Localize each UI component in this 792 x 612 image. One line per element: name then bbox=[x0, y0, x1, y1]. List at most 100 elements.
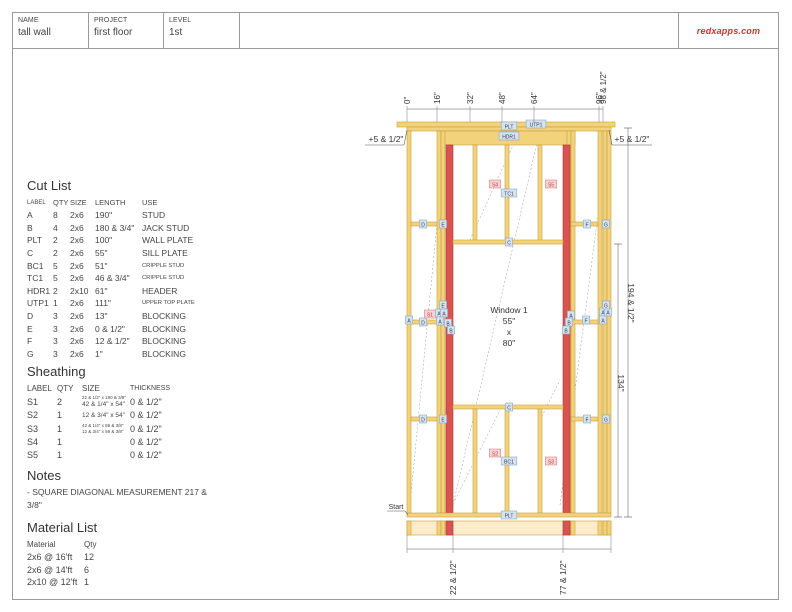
cut-label: BC1 bbox=[27, 260, 44, 271]
sheath-size: 12 & 3/4" x 54" bbox=[82, 409, 130, 422]
cut-length: 1" bbox=[95, 348, 103, 359]
cut-use: JACK STUD bbox=[142, 222, 190, 233]
col-size: SIZE bbox=[82, 384, 100, 394]
sheath-thickness: 0 & 1/2" bbox=[130, 396, 162, 407]
cut-list-row: A 8 2x6 190" STUD bbox=[27, 209, 195, 222]
cut-use: BLOCKING bbox=[142, 323, 186, 334]
cut-label: PLT bbox=[27, 235, 42, 246]
sheathing-row: S3 1 42 & 1/4" x 59 & 3/8" 12 & 3/4" x 59 &… bbox=[27, 422, 170, 435]
cut-qty: 1 bbox=[53, 298, 58, 309]
cut-qty: 8 bbox=[53, 210, 58, 221]
title-block: NAME tall wall PROJECT first floor LEVEL… bbox=[13, 13, 778, 49]
cut-use: CRIPPLE STUD bbox=[142, 262, 185, 269]
cut-list-row: BC1 5 2x6 51" CRIPPLE STUD bbox=[27, 259, 195, 272]
cut-list-title: Cut List bbox=[27, 178, 72, 193]
cut-length: 51" bbox=[95, 260, 108, 271]
sheath-label: S3 bbox=[27, 423, 39, 434]
project-cell: PROJECT first floor bbox=[89, 13, 164, 48]
cut-label: G bbox=[27, 348, 34, 359]
name-label: NAME bbox=[18, 17, 39, 24]
cut-list-row: UTP1 1 2x6 111" UPPER TOP PLATE bbox=[27, 297, 195, 310]
cut-size: 2x6 bbox=[70, 336, 84, 347]
cut-qty: 3 bbox=[53, 311, 58, 322]
cut-qty: 5 bbox=[53, 273, 58, 284]
sheathing-row: S2 1 12 & 3/4" x 54" 0 & 1/2" bbox=[27, 409, 170, 422]
logo[interactable]: redxapps.com bbox=[678, 13, 778, 48]
cut-use: BLOCKING bbox=[142, 348, 186, 359]
material-name: 2x6 @ 16'ft bbox=[27, 552, 73, 563]
material-qty: 1 bbox=[84, 577, 90, 588]
left-panel: Cut List LABEL QTY SIZE LENGTH USE A 8 2x6… bbox=[27, 178, 227, 589]
cut-list-row: D 3 2x6 13" BLOCKING bbox=[27, 310, 195, 323]
project-value: first floor bbox=[94, 27, 133, 38]
cut-label: A bbox=[27, 210, 33, 221]
cut-qty: 3 bbox=[53, 323, 58, 334]
cut-use: CRIPPLE STUD bbox=[142, 275, 185, 282]
cut-size: 2x6 bbox=[70, 348, 84, 359]
cut-label: D bbox=[27, 311, 34, 322]
sheath-size-line: 42 & 1/4" x 59 & 3/8" bbox=[82, 422, 124, 428]
cut-size: 2x6 bbox=[70, 248, 84, 259]
cut-size: 2x6 bbox=[70, 323, 84, 334]
cut-list-row: HDR1 2 2x10 61" HEADER bbox=[27, 285, 195, 298]
cut-size: 2x6 bbox=[70, 311, 84, 322]
material-name: 2x10 @ 12'ft bbox=[27, 577, 78, 588]
cut-label: B bbox=[27, 222, 33, 233]
level-label: LEVEL bbox=[169, 17, 192, 24]
level-cell: LEVEL 1st bbox=[164, 13, 240, 48]
sheath-label: S5 bbox=[27, 450, 39, 461]
sheath-thickness: 0 & 1/2" bbox=[130, 436, 162, 447]
sheathing-row: S5 1 0 & 1/2" bbox=[27, 449, 170, 462]
notes-text: - SQUARE DIAGONAL MEASUREMENT 217 & 3/8" bbox=[27, 487, 207, 511]
cut-size: 2x10 bbox=[70, 285, 89, 296]
sheathing-table: LABEL QTY SIZE THICKNESS S1 2 22 & 1/2" x … bbox=[27, 382, 170, 462]
cut-qty: 3 bbox=[53, 348, 58, 359]
cut-length: 46 & 3/4" bbox=[95, 273, 130, 284]
cut-qty: 2 bbox=[53, 235, 58, 246]
cut-length: 61" bbox=[95, 285, 108, 296]
col-qty: QTY bbox=[57, 384, 74, 394]
cut-use: WALL PLATE bbox=[142, 235, 194, 246]
cut-length: 100" bbox=[95, 235, 113, 246]
sheath-thickness: 0 & 1/2" bbox=[130, 450, 162, 461]
cut-use: SILL PLATE bbox=[142, 248, 188, 259]
cut-list-row: PLT 2 2x6 100" WALL PLATE bbox=[27, 234, 195, 247]
cut-length: 190" bbox=[95, 210, 113, 221]
cut-qty: 3 bbox=[53, 336, 58, 347]
cut-label: C bbox=[27, 248, 34, 259]
col-thickness: THICKNESS bbox=[130, 385, 171, 393]
sheath-qty: 2 bbox=[57, 396, 63, 407]
cut-label: HDR1 bbox=[27, 285, 51, 296]
sheath-size: 22 & 1/2" x 190 & 3/8" 42 & 1/4" x 54" bbox=[82, 395, 130, 408]
sheath-size: 42 & 1/4" x 59 & 3/8" 12 & 3/4" x 59 & 3/… bbox=[82, 422, 130, 435]
cut-size: 2x6 bbox=[70, 235, 84, 246]
col-label: LABEL bbox=[27, 384, 52, 394]
cut-size: 2x6 bbox=[70, 210, 84, 221]
material-qty: 12 bbox=[84, 552, 95, 563]
sheath-size-line: 12 & 3/4" x 54" bbox=[82, 411, 125, 419]
cut-label: TC1 bbox=[27, 273, 44, 284]
cut-use: UPPER TOP PLATE bbox=[142, 300, 195, 307]
notes-title: Notes bbox=[27, 468, 61, 484]
cut-use: HEADER bbox=[142, 285, 178, 296]
cut-size: 2x6 bbox=[70, 273, 84, 284]
col-use: USE bbox=[142, 198, 158, 207]
cut-label: E bbox=[27, 323, 33, 334]
sheath-thickness: 0 & 1/2" bbox=[130, 410, 162, 421]
sheath-label: S2 bbox=[27, 410, 39, 421]
col-label: LABEL bbox=[27, 199, 46, 206]
material-name: 2x6 @ 14'ft bbox=[27, 564, 73, 575]
material-header: Material Qty bbox=[27, 538, 96, 551]
col-qty: Qty bbox=[84, 540, 97, 550]
name-value: tall wall bbox=[18, 27, 51, 38]
cut-use: BLOCKING bbox=[142, 311, 186, 322]
sheathing-row: S1 2 22 & 1/2" x 190 & 3/8" 42 & 1/4" x 54"… bbox=[27, 395, 170, 408]
sheath-thickness: 0 & 1/2" bbox=[130, 423, 162, 434]
material-row: 2x10 @ 12'ft 1 bbox=[27, 576, 96, 589]
sheath-qty: 1 bbox=[57, 410, 63, 421]
sheathing-header: LABEL QTY SIZE THICKNESS bbox=[27, 382, 170, 395]
sheath-qty: 1 bbox=[57, 423, 63, 434]
cut-qty: 4 bbox=[53, 222, 58, 233]
cut-list-row: B 4 2x6 180 & 3/4" JACK STUD bbox=[27, 222, 195, 235]
material-qty: 6 bbox=[84, 564, 90, 575]
